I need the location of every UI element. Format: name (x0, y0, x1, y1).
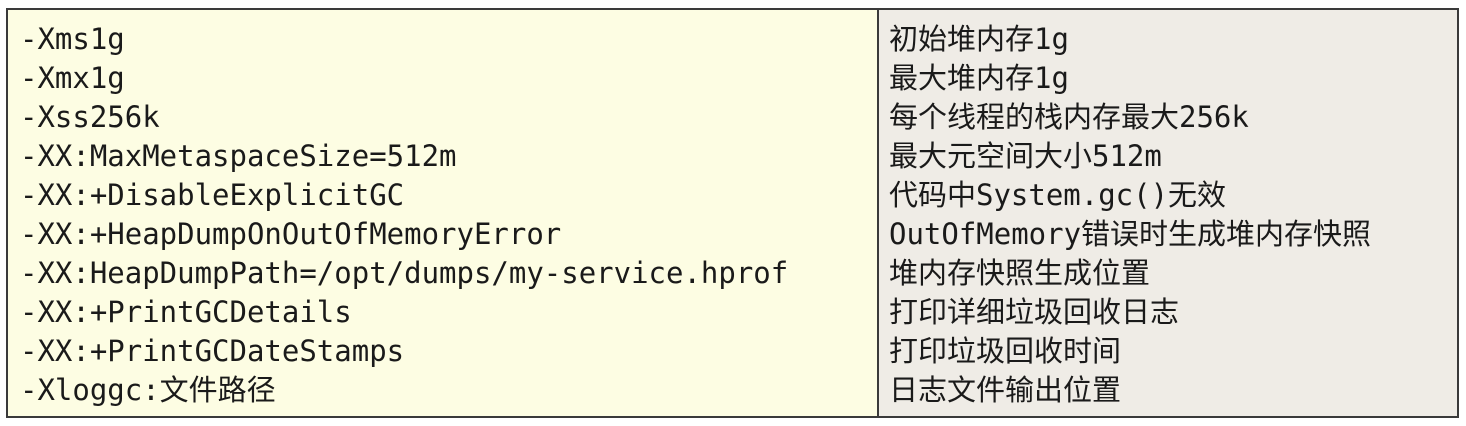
desc-cell: 打印垃圾回收时间 (889, 334, 1122, 368)
param-cell: -Xmx1g (20, 61, 125, 95)
param-cell: -Xss256k (20, 100, 160, 134)
param-cell: -XX:+PrintGCDateStamps (20, 334, 405, 368)
param-cell: -Xloggc:文件路径 (20, 373, 276, 407)
param-cell: -XX:MaxMetaspaceSize=512m (20, 139, 457, 173)
param-cell: -XX:+PrintGCDetails (20, 295, 352, 329)
desc-cell: 初始堆内存1g (889, 22, 1069, 56)
parameter-column: -Xms1g -Xmx1g -Xss256k -XX:MaxMetaspaceS… (8, 10, 879, 416)
desc-cell: 最大堆内存1g (889, 61, 1069, 95)
desc-cell: 代码中System.gc()无效 (889, 178, 1227, 212)
description-column: 初始堆内存1g 最大堆内存1g 每个线程的栈内存最大256k 最大元空间大小51… (879, 10, 1457, 416)
desc-cell: OutOfMemory错误时生成堆内存快照 (889, 217, 1372, 251)
desc-cell: 日志文件输出位置 (889, 373, 1122, 407)
desc-cell: 最大元空间大小512m (889, 139, 1162, 173)
param-cell: -XX:HeapDumpPath=/opt/dumps/my-service.h… (20, 256, 789, 290)
jvm-options-table: -Xms1g -Xmx1g -Xss256k -XX:MaxMetaspaceS… (6, 8, 1459, 418)
param-cell: -XX:+HeapDumpOnOutOfMemoryError (20, 217, 562, 251)
param-cell: -XX:+DisableExplicitGC (20, 178, 405, 212)
desc-cell: 每个线程的栈内存最大256k (889, 100, 1249, 134)
param-cell: -Xms1g (20, 22, 125, 56)
desc-cell: 堆内存快照生成位置 (889, 256, 1151, 290)
desc-cell: 打印详细垃圾回收日志 (889, 295, 1180, 329)
